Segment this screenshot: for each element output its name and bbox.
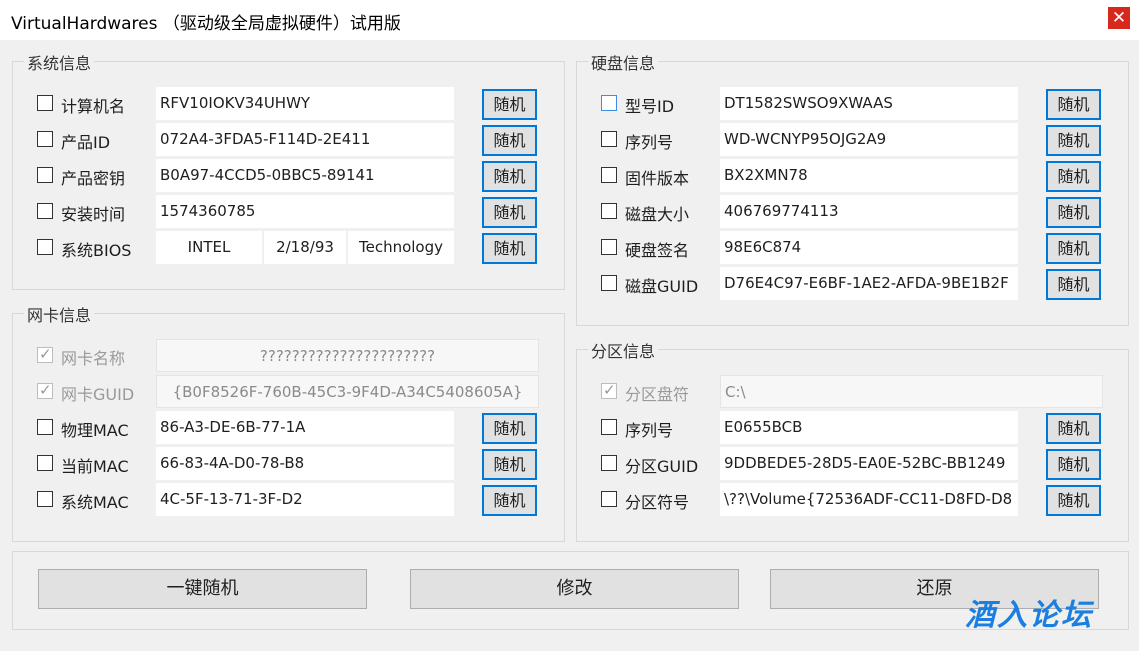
bios-vendor-field[interactable]: INTEL bbox=[156, 231, 262, 264]
install-time-label: 安装时间 bbox=[61, 205, 126, 224]
nic-guid-checkbox bbox=[37, 381, 53, 399]
model-id-field[interactable]: DT1582SWSO9XWAAS bbox=[720, 87, 1018, 120]
disk-serial-field[interactable]: WD-WCNYP95OJG2A9 bbox=[720, 123, 1018, 156]
partition-symbol-random-button[interactable]: 随机 bbox=[1046, 485, 1101, 516]
disk-info-title: 硬盘信息 bbox=[588, 50, 659, 74]
partition-serial-label: 序列号 bbox=[625, 421, 674, 440]
physical-mac-label: 物理MAC bbox=[61, 421, 129, 440]
modify-button[interactable]: 修改 bbox=[410, 569, 739, 609]
disk-guid-random-button[interactable]: 随机 bbox=[1046, 269, 1101, 300]
product-id-field[interactable]: 072A4-3FDA5-F114D-2E411 bbox=[156, 123, 454, 156]
nic-name-field: ?????????????????????? bbox=[156, 339, 539, 372]
close-button[interactable]: ✕ bbox=[1108, 7, 1130, 29]
partition-guid-random-button[interactable]: 随机 bbox=[1046, 449, 1101, 480]
disk-guid-label: 磁盘GUID bbox=[625, 277, 699, 296]
partition-guid-label: 分区GUID bbox=[625, 457, 699, 476]
model-id-label: 型号ID bbox=[625, 97, 675, 116]
firmware-field[interactable]: BX2XMN78 bbox=[720, 159, 1018, 192]
firmware-checkbox[interactable] bbox=[601, 167, 617, 183]
computer-name-field[interactable]: RFV10IOKV34UHWY bbox=[156, 87, 454, 120]
disk-size-random-button[interactable]: 随机 bbox=[1046, 197, 1101, 228]
current-mac-random-button[interactable]: 随机 bbox=[482, 449, 537, 480]
drive-letter-checkbox bbox=[601, 381, 617, 399]
bios-desc-field[interactable]: Technology bbox=[348, 231, 454, 264]
product-id-checkbox[interactable] bbox=[37, 131, 53, 147]
current-mac-checkbox[interactable] bbox=[37, 455, 53, 471]
computer-name-checkbox[interactable] bbox=[37, 95, 53, 111]
disk-signature-checkbox[interactable] bbox=[601, 239, 617, 255]
disk-serial-checkbox[interactable] bbox=[601, 131, 617, 147]
partition-symbol-label: 分区符号 bbox=[625, 493, 690, 512]
partition-serial-random-button[interactable]: 随机 bbox=[1046, 413, 1101, 444]
computer-name-label: 计算机名 bbox=[61, 97, 126, 116]
product-key-field[interactable]: B0A97-4CCD5-0BBC5-89141 bbox=[156, 159, 454, 192]
nic-guid-field: {B0F8526F-760B-45C3-9F4D-A34C5408605A} bbox=[156, 375, 539, 408]
partition-serial-checkbox[interactable] bbox=[601, 419, 617, 435]
system-mac-checkbox[interactable] bbox=[37, 491, 53, 507]
computer-name-random-button[interactable]: 随机 bbox=[482, 89, 537, 120]
product-id-random-button[interactable]: 随机 bbox=[482, 125, 537, 156]
system-mac-field[interactable]: 4C-5F-13-71-3F-D2 bbox=[156, 483, 454, 516]
disk-guid-checkbox[interactable] bbox=[601, 275, 617, 291]
system-bios-label: 系统BIOS bbox=[61, 241, 132, 260]
disk-signature-label: 硬盘签名 bbox=[625, 241, 690, 260]
bios-date-field[interactable]: 2/18/93 bbox=[264, 231, 346, 264]
disk-serial-random-button[interactable]: 随机 bbox=[1046, 125, 1101, 156]
partition-serial-field[interactable]: E0655BCB bbox=[720, 411, 1018, 444]
title-bar: VirtualHardwares （驱动级全局虚拟硬件）试用版 ✕ bbox=[0, 0, 1139, 40]
drive-letter-label: 分区盘符 bbox=[625, 385, 690, 404]
system-info-title: 系统信息 bbox=[24, 50, 95, 74]
product-id-label: 产品ID bbox=[61, 133, 111, 152]
firmware-random-button[interactable]: 随机 bbox=[1046, 161, 1101, 192]
disk-size-field[interactable]: 406769774113 bbox=[720, 195, 1018, 228]
firmware-label: 固件版本 bbox=[625, 169, 690, 188]
disk-signature-random-button[interactable]: 随机 bbox=[1046, 233, 1101, 264]
system-mac-random-button[interactable]: 随机 bbox=[482, 485, 537, 516]
drive-letter-field: C:\ bbox=[720, 375, 1103, 408]
product-key-checkbox[interactable] bbox=[37, 167, 53, 183]
disk-signature-field[interactable]: 98E6C874 bbox=[720, 231, 1018, 264]
current-mac-label: 当前MAC bbox=[61, 457, 129, 476]
disk-size-checkbox[interactable] bbox=[601, 203, 617, 219]
partition-symbol-checkbox[interactable] bbox=[601, 491, 617, 507]
partition-symbol-field[interactable]: \??\Volume{72536ADF-CC11-D8FD-D8 bbox=[720, 483, 1018, 516]
physical-mac-field[interactable]: 86-A3-DE-6B-77-1A bbox=[156, 411, 454, 444]
disk-serial-label: 序列号 bbox=[625, 133, 674, 152]
model-id-random-button[interactable]: 随机 bbox=[1046, 89, 1101, 120]
current-mac-field[interactable]: 66-83-4A-D0-78-B8 bbox=[156, 447, 454, 480]
nic-name-checkbox bbox=[37, 345, 53, 363]
product-key-label: 产品密钥 bbox=[61, 169, 126, 188]
partition-guid-checkbox[interactable] bbox=[601, 455, 617, 471]
system-mac-label: 系统MAC bbox=[61, 493, 129, 512]
disk-size-label: 磁盘大小 bbox=[625, 205, 690, 224]
physical-mac-random-button[interactable]: 随机 bbox=[482, 413, 537, 444]
physical-mac-checkbox[interactable] bbox=[37, 419, 53, 435]
nic-info-title: 网卡信息 bbox=[24, 302, 95, 326]
window-title: VirtualHardwares （驱动级全局虚拟硬件）试用版 bbox=[11, 14, 401, 34]
system-bios-checkbox[interactable] bbox=[37, 239, 53, 255]
randomize-all-button[interactable]: 一键随机 bbox=[38, 569, 367, 609]
nic-guid-label: 网卡GUID bbox=[61, 385, 135, 404]
product-key-random-button[interactable]: 随机 bbox=[482, 161, 537, 192]
system-bios-random-button[interactable]: 随机 bbox=[482, 233, 537, 264]
install-time-field[interactable]: 1574360785 bbox=[156, 195, 454, 228]
install-time-random-button[interactable]: 随机 bbox=[482, 197, 537, 228]
partition-guid-field[interactable]: 9DDBEDE5-28D5-EA0E-52BC-BB1249 bbox=[720, 447, 1018, 480]
install-time-checkbox[interactable] bbox=[37, 203, 53, 219]
partition-info-title: 分区信息 bbox=[588, 338, 659, 362]
disk-guid-field[interactable]: D76E4C97-E6BF-1AE2-AFDA-9BE1B2F bbox=[720, 267, 1018, 300]
forum-watermark: 酒入论坛 bbox=[965, 598, 1093, 633]
model-id-checkbox[interactable] bbox=[601, 95, 617, 111]
nic-name-label: 网卡名称 bbox=[61, 349, 126, 368]
